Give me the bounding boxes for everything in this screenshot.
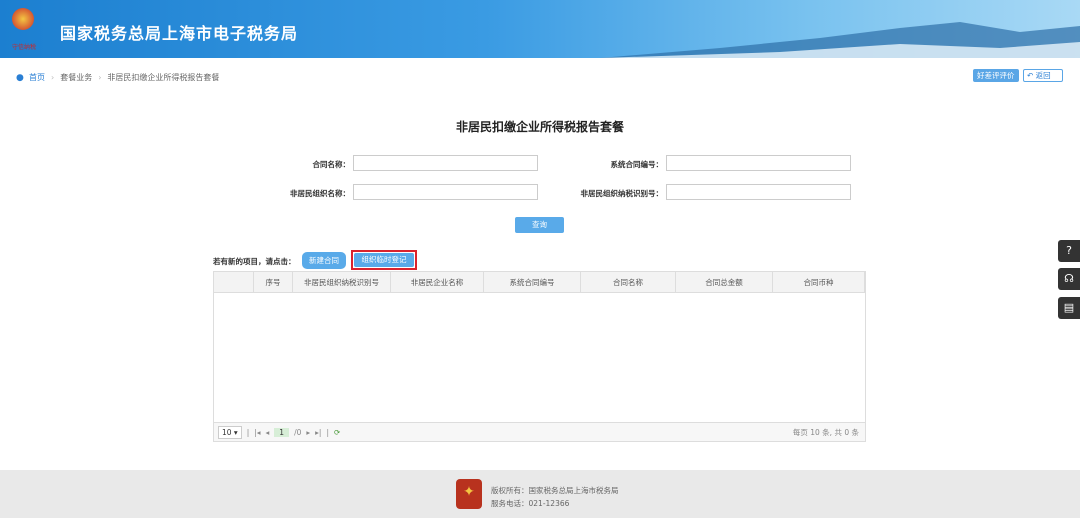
header: 守信纳税 国家税务总局上海市电子税务局: [0, 0, 1080, 58]
undo-icon: ↶: [1027, 71, 1036, 80]
new-project-prompt: 若有新的项目，请点击：: [213, 257, 296, 266]
refresh-icon[interactable]: ⟳: [334, 428, 340, 437]
next-page-icon[interactable]: ▸: [306, 428, 310, 437]
pager-info: 每页 10 条, 共 0 条: [792, 427, 859, 437]
breadcrumb-package[interactable]: 套餐业务: [60, 72, 92, 83]
back-button[interactable]: ↶ 返回: [1023, 69, 1063, 82]
tax-emblem-logo: [12, 8, 34, 30]
site-title: 国家税务总局上海市电子税务局: [60, 24, 299, 43]
col-contract-name: 合同名称: [581, 272, 676, 292]
system-contract-no-label: 系统合同编号：: [610, 160, 664, 169]
org-tax-id-input[interactable]: [666, 184, 851, 200]
page-size-select[interactable]: 10 ▾: [218, 425, 242, 439]
help-icon[interactable]: ?: [1058, 240, 1080, 262]
breadcrumb-separator: ›: [51, 73, 55, 82]
col-index: 序号: [254, 272, 293, 292]
tax-badge-logo: ✦: [456, 479, 482, 509]
breadcrumb: ● 首页 › 套餐业务 › 非居民扣缴企业所得税报告套餐: [16, 72, 219, 83]
location-pin-icon: ●: [16, 73, 24, 83]
breadcrumb-home[interactable]: 首页: [29, 72, 45, 83]
contract-name-label: 合同名称：: [312, 160, 351, 169]
col-contract-amount: 合同总金额: [676, 272, 773, 292]
copyright: 版权所有：国家税务总局上海市税务局: [491, 486, 619, 495]
page-title: 非居民扣缴企业所得税报告套餐: [455, 120, 624, 134]
prev-page-icon[interactable]: ◂: [266, 428, 270, 437]
breadcrumb-current: 非居民扣缴企业所得税报告套餐: [107, 73, 220, 82]
contract-table: 序号 非居民组织纳税识别号 非居民企业名称 系统合同编号 合同名称 合同总金额 …: [213, 271, 866, 442]
page-number-input[interactable]: 1: [274, 427, 290, 437]
manual-icon[interactable]: ▤: [1058, 297, 1080, 319]
org-name-label: 非居民组织名称：: [290, 189, 350, 198]
service-phone: 服务电话：021-12366: [491, 499, 570, 508]
system-contract-no-input[interactable]: [666, 155, 851, 171]
breadcrumb-separator: ›: [98, 73, 102, 82]
col-system-contract-no: 系统合同编号: [484, 272, 581, 292]
temp-register-button[interactable]: 组织临时登记: [354, 253, 414, 267]
pagination-bar: 10 ▾ | |◂ ◂ 1 /0 ▸ ▸| | ⟳ 每页 10 条, 共 0 条: [214, 422, 865, 441]
great-wall-mountains: [600, 22, 1080, 58]
col-currency: 合同币种: [773, 272, 865, 292]
col-checkbox[interactable]: [214, 272, 254, 292]
divider: |: [326, 427, 329, 437]
divider: |: [246, 427, 250, 437]
table-header: 序号 非居民组织纳税识别号 非居民企业名称 系统合同编号 合同名称 合同总金额 …: [214, 272, 865, 293]
new-contract-button[interactable]: 新建合同: [302, 252, 346, 269]
query-button[interactable]: 查询: [515, 217, 564, 233]
first-page-icon[interactable]: |◂: [254, 428, 260, 437]
col-org-tax-id: 非居民组织纳税识别号: [293, 272, 391, 292]
org-tax-id-label: 非居民组织纳税识别号：: [580, 189, 664, 198]
last-page-icon[interactable]: ▸|: [315, 428, 321, 437]
back-label: 返回: [1035, 71, 1051, 80]
col-enterprise-name: 非居民企业名称: [391, 272, 484, 292]
rate-button[interactable]: 好差评评价: [973, 69, 1019, 82]
customer-service-icon[interactable]: ☊: [1058, 268, 1080, 290]
footer: ✦ 版权所有：国家税务总局上海市税务局 服务电话：021-12366: [0, 470, 1080, 518]
total-pages: /0: [294, 427, 302, 437]
logo-subtitle: 守信纳税: [12, 44, 37, 51]
